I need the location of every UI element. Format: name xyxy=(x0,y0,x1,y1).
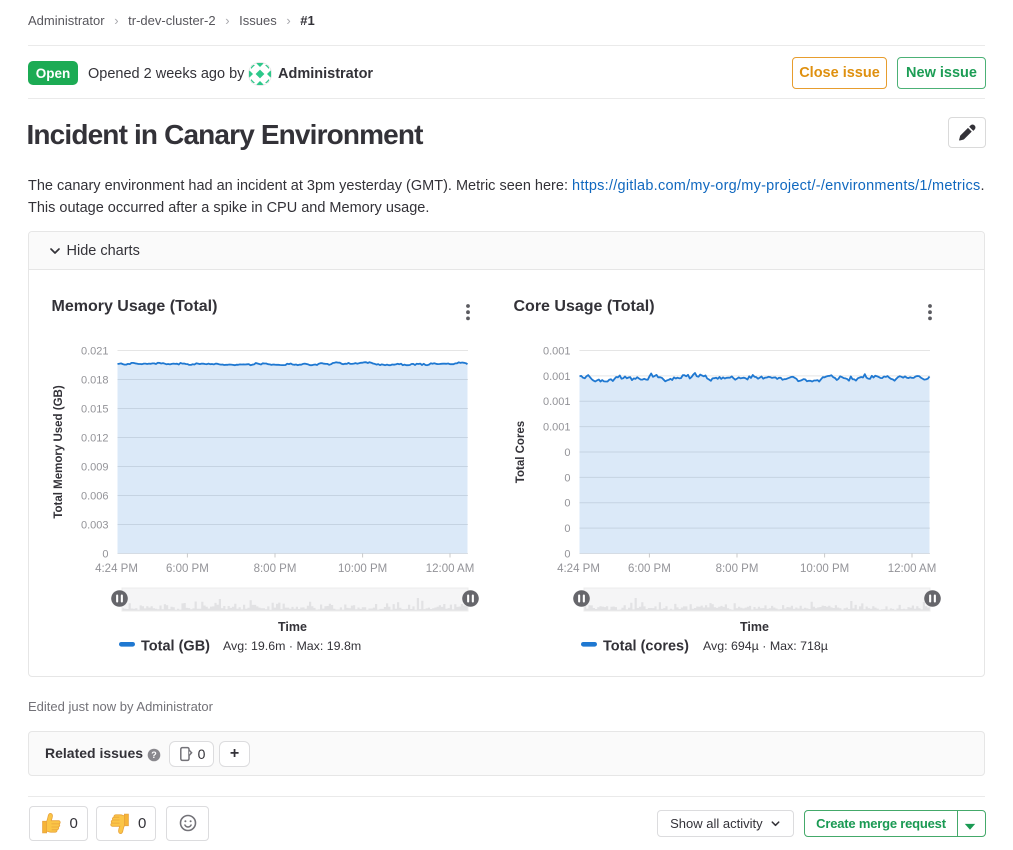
svg-text:12:00 AM: 12:00 AM xyxy=(888,563,937,575)
svg-text:6:00 PM: 6:00 PM xyxy=(628,563,671,575)
svg-text:10:00 PM: 10:00 PM xyxy=(338,563,387,575)
svg-text:Time: Time xyxy=(740,620,769,634)
svg-text:0.021: 0.021 xyxy=(81,345,109,357)
svg-text:0: 0 xyxy=(564,498,570,510)
svg-text:0: 0 xyxy=(564,472,570,484)
svg-text:0.012: 0.012 xyxy=(81,432,109,444)
svg-text:0.003: 0.003 xyxy=(81,519,109,531)
svg-text:0.009: 0.009 xyxy=(81,461,109,473)
svg-text:?: ? xyxy=(151,750,157,760)
svg-text:Avg: 19.6m · Max: 19.8m: Avg: 19.6m · Max: 19.8m xyxy=(223,639,361,653)
svg-text:Memory Usage (Total): Memory Usage (Total) xyxy=(52,298,218,315)
svg-text:0.001: 0.001 xyxy=(543,345,571,357)
svg-text:Total Cores: Total Cores xyxy=(515,421,527,483)
svg-text:0: 0 xyxy=(102,548,108,560)
svg-text:0.001: 0.001 xyxy=(543,371,571,383)
svg-text:0.015: 0.015 xyxy=(81,403,109,415)
svg-text:0: 0 xyxy=(564,523,570,535)
svg-text:Core Usage (Total): Core Usage (Total) xyxy=(514,298,655,315)
svg-text:8:00 PM: 8:00 PM xyxy=(254,563,297,575)
svg-text:8:00 PM: 8:00 PM xyxy=(716,563,759,575)
svg-text:12:00 AM: 12:00 AM xyxy=(426,563,475,575)
svg-text:6:00 PM: 6:00 PM xyxy=(166,563,209,575)
svg-text:Avg: 694µ · Max: 718µ: Avg: 694µ · Max: 718µ xyxy=(703,639,828,653)
svg-text:4:24 PM: 4:24 PM xyxy=(95,563,138,575)
svg-text:0.006: 0.006 xyxy=(81,490,109,502)
svg-text:Time: Time xyxy=(278,620,307,634)
svg-text:4:24 PM: 4:24 PM xyxy=(557,563,600,575)
svg-text:Total Memory Used (GB): Total Memory Used (GB) xyxy=(53,385,65,518)
svg-text:Total (cores): Total (cores) xyxy=(603,639,689,655)
svg-text:0: 0 xyxy=(564,447,570,459)
svg-text:10:00 PM: 10:00 PM xyxy=(800,563,849,575)
svg-text:0.001: 0.001 xyxy=(543,422,571,434)
svg-text:Total (GB): Total (GB) xyxy=(141,639,210,655)
svg-text:0.001: 0.001 xyxy=(543,396,571,408)
svg-text:0: 0 xyxy=(564,548,570,560)
svg-text:0.018: 0.018 xyxy=(81,374,109,386)
